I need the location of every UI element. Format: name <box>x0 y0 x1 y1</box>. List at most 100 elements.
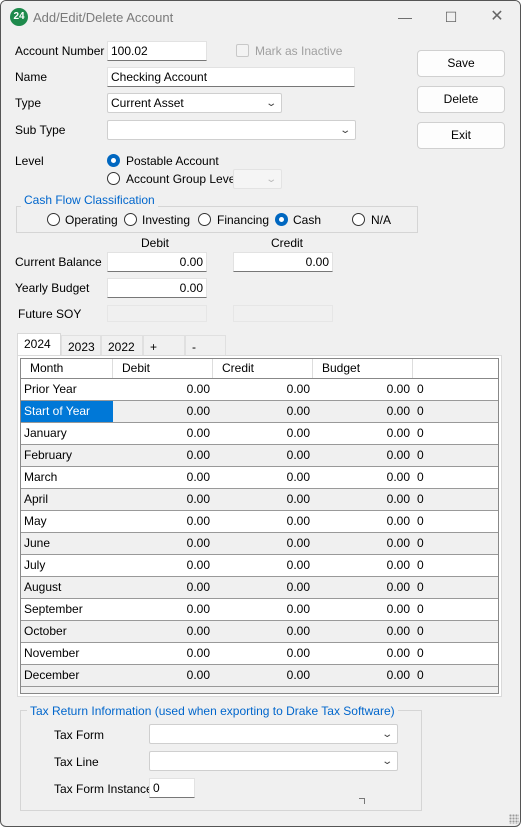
table-row[interactable]: June 0.00 0.00 0.00 0 <box>21 533 498 555</box>
subtype-select[interactable]: ⌄ <box>107 120 356 140</box>
cell-month[interactable]: January <box>21 423 113 444</box>
col-debit[interactable]: Debit <box>113 359 213 378</box>
cell-month[interactable]: October <box>21 621 113 642</box>
tab-add-year[interactable]: + <box>143 335 185 355</box>
table-row[interactable]: January 0.00 0.00 0.00 0 <box>21 423 498 445</box>
cell-extra[interactable]: 0 <box>413 511 499 532</box>
cell-credit[interactable]: 0.00 <box>213 511 313 532</box>
cell-extra[interactable]: 0 <box>413 423 499 444</box>
cell-extra[interactable]: 0 <box>413 467 499 488</box>
cell-extra[interactable]: 0 <box>413 379 499 400</box>
tab-2024[interactable]: 2024 <box>17 333 61 356</box>
tab-2022[interactable]: 2022 <box>101 335 143 355</box>
col-credit[interactable]: Credit <box>213 359 313 378</box>
cell-month[interactable]: Start of Year <box>21 401 113 422</box>
cell-month[interactable]: September <box>21 599 113 620</box>
cell-month[interactable]: March <box>21 467 113 488</box>
cell-month[interactable]: June <box>21 533 113 554</box>
inactive-checkbox[interactable] <box>236 44 249 57</box>
table-row[interactable]: Prior Year Amount0.000.000.000 <box>21 379 499 417</box>
table-row[interactable]: November 0.00 0.00 0.00 0 <box>21 643 498 665</box>
table-row[interactable]: Start of Year 0.00 0.00 0.00 0 <box>21 401 498 423</box>
cell-extra[interactable]: 0 <box>413 489 499 510</box>
cash-radio[interactable] <box>275 213 288 226</box>
cell-credit[interactable]: 0.00 <box>213 555 313 576</box>
cell-debit[interactable]: 0.00 <box>113 577 213 598</box>
cell-month[interactable]: May <box>21 511 113 532</box>
financing-radio[interactable] <box>198 213 211 226</box>
table-row[interactable]: October 0.00 0.00 0.00 0 <box>21 621 498 643</box>
cell-extra[interactable]: 0 <box>413 401 499 422</box>
cell-debit[interactable]: 0.00 <box>113 511 213 532</box>
tax-form-instance-input[interactable]: 0 <box>149 778 195 798</box>
table-row[interactable]: March 0.00 0.00 0.00 0 <box>21 467 498 489</box>
current-debit-input[interactable]: 0.00 <box>107 252 207 272</box>
resize-grip-icon[interactable] <box>509 814 519 824</box>
cell-month[interactable]: December <box>21 665 113 686</box>
cell-debit[interactable]: 0.00 <box>113 599 213 620</box>
cell-extra[interactable]: 0 <box>413 599 499 620</box>
cell-budget[interactable]: 0.00 <box>313 423 413 444</box>
cell-budget[interactable]: 0.00 <box>313 467 413 488</box>
cell-extra[interactable]: 0 <box>413 621 499 642</box>
table-row[interactable]: May 0.00 0.00 0.00 0 <box>21 511 498 533</box>
table-row[interactable]: August 0.00 0.00 0.00 0 <box>21 577 498 599</box>
cell-extra[interactable]: 0 <box>413 445 499 466</box>
cell-credit[interactable]: 0.00 <box>213 401 313 422</box>
cell-extra[interactable]: 0 <box>413 533 499 554</box>
cell-month[interactable]: August <box>21 577 113 598</box>
account-group-level-radio[interactable] <box>107 172 120 185</box>
cell-budget[interactable]: 0.00 <box>313 665 413 686</box>
account-number-input[interactable]: 100.02 <box>107 41 207 61</box>
monthly-grid[interactable]: Month Debit Credit Budget Prior Year Amo… <box>20 358 499 694</box>
table-row[interactable]: December 0.00 0.00 0.00 0 <box>21 665 498 687</box>
cell-extra[interactable]: 0 <box>413 665 499 686</box>
cell-debit[interactable]: 0.00 <box>113 401 213 422</box>
close-icon[interactable]: ✕ <box>487 7 507 27</box>
cell-debit[interactable]: 0.00 <box>113 643 213 664</box>
cell-debit[interactable]: 0.00 <box>113 467 213 488</box>
cell-budget[interactable]: 0.00 <box>313 577 413 598</box>
cell-month[interactable]: April <box>21 489 113 510</box>
cell-credit[interactable]: 0.00 <box>213 599 313 620</box>
cell-debit[interactable]: 0.00 <box>113 555 213 576</box>
postable-account-radio[interactable] <box>107 154 120 167</box>
name-input[interactable]: Checking Account <box>107 67 355 87</box>
delete-button[interactable]: Delete <box>417 86 505 113</box>
cell-budget[interactable]: 0.00 <box>313 445 413 466</box>
cell-month[interactable]: Prior Year Amount <box>21 379 113 417</box>
col-extra[interactable] <box>413 359 499 378</box>
cell-debit[interactable]: 0.00 <box>113 445 213 466</box>
save-button[interactable]: Save <box>417 50 505 77</box>
cell-credit[interactable]: 0.00 <box>213 489 313 510</box>
cell-credit[interactable]: 0.00 <box>213 445 313 466</box>
cell-budget[interactable]: 0.00 <box>313 489 413 510</box>
cell-extra[interactable]: 0 <box>413 555 499 576</box>
group-level-select[interactable]: ⌄ <box>233 169 282 189</box>
cell-credit[interactable]: 0.00 <box>213 643 313 664</box>
cell-extra[interactable]: 0 <box>413 643 499 664</box>
maximize-icon[interactable]: ☐ <box>441 7 461 27</box>
col-budget[interactable]: Budget <box>313 359 413 378</box>
tab-2023[interactable]: 2023 <box>61 335 101 355</box>
cell-budget[interactable]: 0.00 <box>313 511 413 532</box>
tab-remove-year[interactable]: - <box>185 335 226 355</box>
cell-month[interactable]: July <box>21 555 113 576</box>
table-row[interactable]: April 0.00 0.00 0.00 0 <box>21 489 498 511</box>
na-radio[interactable] <box>352 213 365 226</box>
cell-debit[interactable]: 0.00 <box>113 489 213 510</box>
cell-credit[interactable]: 0.00 <box>213 621 313 642</box>
operating-radio[interactable] <box>47 213 60 226</box>
exit-button[interactable]: Exit <box>417 122 505 149</box>
type-select[interactable]: Current Asset ⌄ <box>107 93 282 113</box>
cell-credit[interactable]: 0.00 <box>213 379 313 400</box>
investing-radio[interactable] <box>124 213 137 226</box>
table-row[interactable]: July 0.00 0.00 0.00 0 <box>21 555 498 577</box>
cell-extra[interactable]: 0 <box>413 577 499 598</box>
cell-month[interactable]: February <box>21 445 113 466</box>
cell-credit[interactable]: 0.00 <box>213 423 313 444</box>
cell-debit[interactable]: 0.00 <box>113 533 213 554</box>
cell-budget[interactable]: 0.00 <box>313 533 413 554</box>
cell-budget[interactable]: 0.00 <box>313 379 413 400</box>
tax-form-select[interactable]: ⌄ <box>149 724 398 744</box>
